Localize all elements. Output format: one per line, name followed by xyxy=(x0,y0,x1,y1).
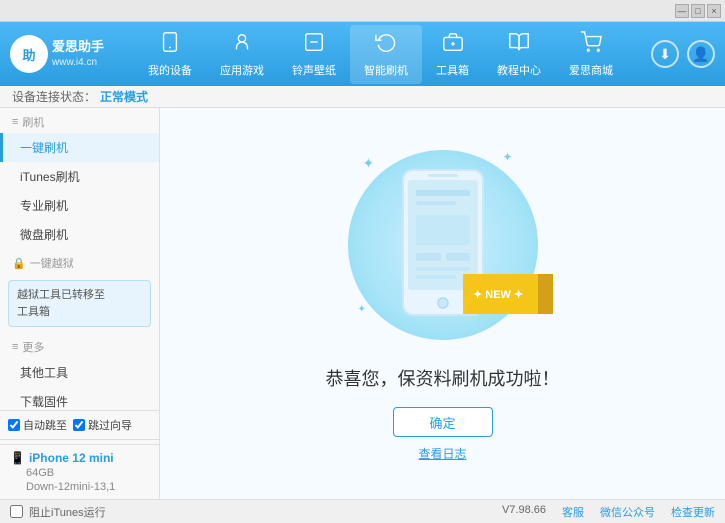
sparkle-3: ✦ xyxy=(358,304,366,315)
customer-service-link[interactable]: 客服 xyxy=(562,504,584,520)
window-controls[interactable]: — □ × xyxy=(675,4,721,18)
status-bar: 设备连接状态： 正常模式 xyxy=(0,86,725,108)
header: 助 爱思助手 www.i4.cn 我的设备 应用游戏 铃声壁纸 xyxy=(0,22,725,86)
device-name: 📱 iPhone 12 mini xyxy=(10,451,149,465)
status-label: 设备连接状态： xyxy=(12,88,96,105)
auto-jump-checkbox[interactable] xyxy=(8,419,20,431)
download-button[interactable]: ⬇ xyxy=(651,40,679,68)
nav-smart-flash[interactable]: 智能刷机 xyxy=(350,25,422,84)
nav-my-device[interactable]: 我的设备 xyxy=(134,25,206,84)
header-right: ⬇ 👤 xyxy=(651,40,715,68)
my-device-icon xyxy=(159,31,181,59)
device-info-section: 📱 iPhone 12 mini 64GB Down-12mini-13,1 xyxy=(0,444,159,499)
skip-wizard-checkbox[interactable] xyxy=(73,419,85,431)
title-bar: — □ × xyxy=(0,0,725,22)
sidebar-item-micro-flash[interactable]: 微盘刷机 xyxy=(0,220,159,249)
check-update-link[interactable]: 检查更新 xyxy=(671,504,715,520)
logo-icon: 助 xyxy=(10,35,48,73)
nav-shop[interactable]: 爱思商城 xyxy=(555,25,627,84)
phone-icon: 📱 xyxy=(10,451,25,465)
nav-tutorial[interactable]: 教程中心 xyxy=(483,25,555,84)
nav-bar: 我的设备 应用游戏 铃声壁纸 智能刷机 工具箱 xyxy=(110,25,651,84)
logo-symbol: 助 xyxy=(22,45,35,64)
sidebar-more-section: ≡ 更多 xyxy=(0,333,159,358)
smart-flash-icon xyxy=(375,31,397,59)
logo-text: 爱思助手 www.i4.cn xyxy=(52,38,104,70)
svg-text:✦ NEW ✦: ✦ NEW ✦ xyxy=(473,289,523,301)
maximize-button[interactable]: □ xyxy=(691,4,705,18)
minimize-button[interactable]: — xyxy=(675,4,689,18)
auto-jump-checkbox-item[interactable]: 自动跳至 xyxy=(8,417,67,433)
sidebar: ≡ 刷机 一键刷机 iTunes刷机 专业刷机 微盘刷机 🔒 一键越狱 越狱工具… xyxy=(0,108,160,499)
more-icon: ≡ xyxy=(12,341,18,353)
sidebar-item-pro-flash[interactable]: 专业刷机 xyxy=(0,191,159,220)
sparkle-2: ✦ xyxy=(502,150,512,164)
nav-ringtones-label: 铃声壁纸 xyxy=(292,62,336,78)
bottom-left: 阻止iTunes运行 xyxy=(10,504,106,520)
skip-wizard-label[interactable]: 跳过向导 xyxy=(88,417,132,433)
auto-jump-label[interactable]: 自动跳至 xyxy=(23,417,67,433)
nav-shop-label: 爱思商城 xyxy=(569,62,613,78)
confirm-button[interactable]: 确定 xyxy=(393,407,493,437)
device-storage: 64GB xyxy=(10,467,149,479)
ringtones-icon xyxy=(303,31,325,59)
main-layout: ≡ 刷机 一键刷机 iTunes刷机 专业刷机 微盘刷机 🔒 一键越狱 越狱工具… xyxy=(0,108,725,499)
nav-apps-games[interactable]: 应用游戏 xyxy=(206,25,278,84)
nav-smart-flash-label: 智能刷机 xyxy=(364,62,408,78)
user-button[interactable]: 👤 xyxy=(687,40,715,68)
sidebar-item-download-firmware[interactable]: 下载固件 xyxy=(0,387,159,410)
version-label: V7.98.66 xyxy=(502,504,546,520)
sidebar-bottom: 自动跳至 跳过向导 📱 iPhone 12 mini 64GB Down-12m… xyxy=(0,410,160,499)
status-value: 正常模式 xyxy=(100,88,148,105)
success-text: 恭喜您，保资料刷机成功啦！ xyxy=(326,365,560,391)
nav-ringtones[interactable]: 铃声壁纸 xyxy=(278,25,350,84)
checkbox-row: 自动跳至 跳过向导 xyxy=(0,411,159,440)
sidebar-jailbreak-section: 🔒 一键越狱 xyxy=(0,249,159,274)
phone-illustration: ✦ ✦ ✦ xyxy=(343,145,543,345)
sidebar-item-other-tools[interactable]: 其他工具 xyxy=(0,358,159,387)
bottom-bar: 阻止iTunes运行 V7.98.66 客服 微信公众号 检查更新 xyxy=(0,499,725,523)
nav-toolbox[interactable]: 工具箱 xyxy=(422,25,483,84)
sidebar-item-one-key-flash[interactable]: 一键刷机 xyxy=(0,133,159,162)
sidebar-scroll: ≡ 刷机 一键刷机 iTunes刷机 专业刷机 微盘刷机 🔒 一键越狱 越狱工具… xyxy=(0,108,160,410)
sparkle-1: ✦ xyxy=(363,155,375,172)
shop-icon xyxy=(580,31,602,59)
new-badge-svg: ✦ NEW ✦ xyxy=(463,264,553,324)
device-version: Down-12mini-13,1 xyxy=(10,481,149,493)
jailbreak-note: 越狱工具已转移至 工具箱 xyxy=(8,280,151,327)
lock-icon: 🔒 xyxy=(12,257,26,270)
bottom-right: V7.98.66 客服 微信公众号 检查更新 xyxy=(502,504,715,520)
nav-my-device-label: 我的设备 xyxy=(148,62,192,78)
sidebar-item-itunes-flash[interactable]: iTunes刷机 xyxy=(0,162,159,191)
itunes-block-label[interactable]: 阻止iTunes运行 xyxy=(29,504,106,520)
new-badge-container: ✦ NEW ✦ xyxy=(463,264,553,327)
logo-area: 助 爱思助手 www.i4.cn xyxy=(10,35,110,73)
nav-tutorial-label: 教程中心 xyxy=(497,62,541,78)
apps-games-icon xyxy=(231,31,253,59)
content-area: ✦ ✦ ✦ xyxy=(160,108,725,499)
itunes-block-checkbox[interactable] xyxy=(10,505,23,518)
close-button[interactable]: × xyxy=(707,4,721,18)
secondary-link[interactable]: 查看日志 xyxy=(418,445,466,462)
skip-wizard-checkbox-item[interactable]: 跳过向导 xyxy=(73,417,132,433)
flash-section-icon: ≡ xyxy=(12,116,18,128)
tutorial-icon xyxy=(508,31,530,59)
sidebar-flash-section: ≡ 刷机 xyxy=(0,108,159,133)
nav-toolbox-label: 工具箱 xyxy=(436,62,469,78)
nav-apps-label: 应用游戏 xyxy=(220,62,264,78)
wechat-public-link[interactable]: 微信公众号 xyxy=(600,504,655,520)
toolbox-icon xyxy=(442,31,464,59)
